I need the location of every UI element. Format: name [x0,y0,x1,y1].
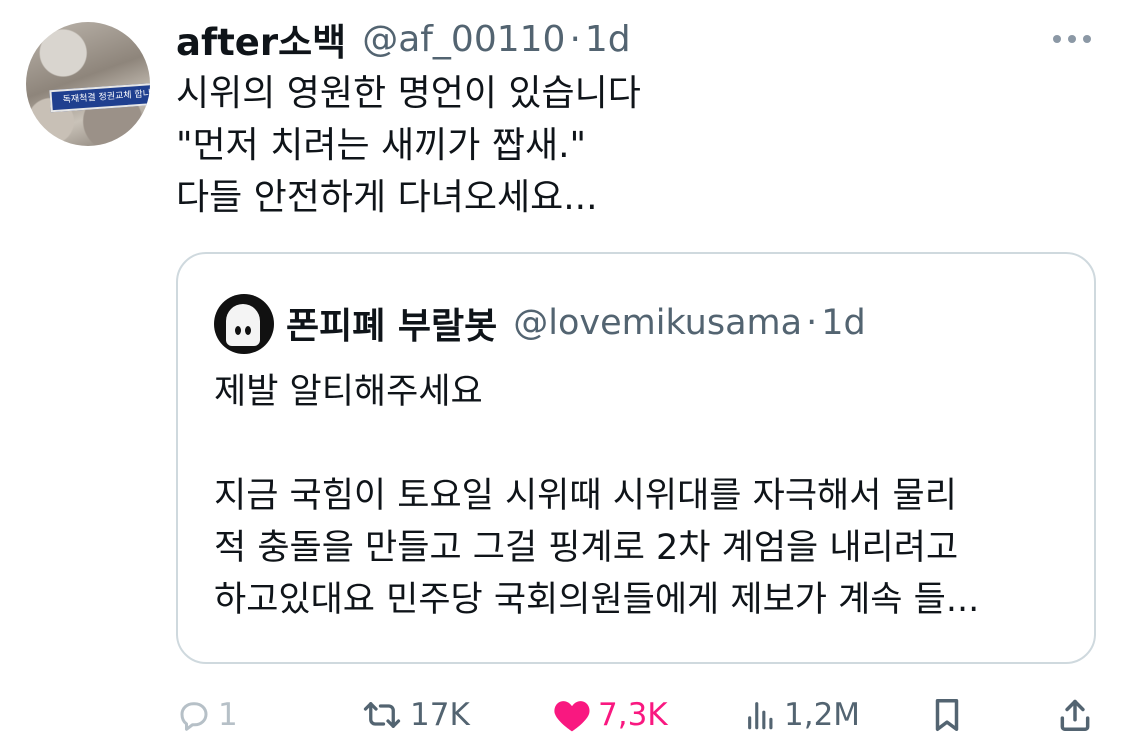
tweet-timestamp[interactable]: 1d [585,19,631,60]
heart-icon [554,701,590,732]
avatar-banner: 독재척결 정권교체 합니다 [49,81,150,113]
retweet-count: 17K [410,697,470,733]
quoted-display-name[interactable]: 폰피폐 부랄봇 [286,297,497,349]
more-dot [1068,35,1076,43]
ghost-icon [226,304,260,346]
quoted-text-line: 적 충돌을 만들고 그걸 핑계로 2차 계엄을 내리려고 [214,528,959,568]
more-dot [1053,35,1061,43]
quoted-text-line: 지금 국힘이 토요일 시위때 시위대를 자극해서 물리 [214,476,957,516]
quoted-tweet[interactable]: 폰피폐 부랄봇 @lovemikusama · 1d 제발 알티해주세요 지금 … [176,252,1096,664]
tweet-text-line: 다들 안전하게 다녀오세요... [176,177,598,218]
tweet-text-line: "먼저 치려는 새끼가 짭새." [176,125,587,166]
action-bar: 1 17K 7,3K 1,2M [0,690,1125,740]
share-icon [1060,699,1090,731]
separator-dot: · [569,18,581,60]
more-icon[interactable] [1050,24,1094,54]
reply-button[interactable]: 1 [176,690,238,740]
quoted-text-line: 하고있대요 민주당 국회의원들에게 제보가 계속 들... [214,580,980,620]
retweet-icon [363,702,401,728]
quoted-handle[interactable]: @lovemikusama [513,303,802,343]
quoted-separator-dot: · [806,303,818,343]
like-count: 7,3K [598,697,668,733]
tweet-text: 시위의 영원한 명언이 있습니다 "먼저 치려는 새끼가 짭새." 다들 안전하… [176,68,1076,224]
retweet-button[interactable]: 17K [360,690,470,740]
reply-icon [180,702,208,731]
quoted-author-avatar[interactable] [214,294,274,354]
quoted-timestamp[interactable]: 1d [821,303,866,343]
views-count: 1,2M [784,697,861,733]
quoted-text-line [214,418,1074,470]
bookmark-icon [935,699,959,731]
bookmark-button[interactable] [928,690,966,740]
ghost-eye [245,326,251,335]
author-avatar[interactable]: 독재척결 정권교체 합니다 [26,22,150,146]
share-button[interactable] [1056,690,1094,740]
quoted-text-line: 제발 알티해주세요 [214,372,483,412]
more-dot [1083,35,1091,43]
author-handle[interactable]: @af_00110 [362,19,565,60]
ghost-eye [235,326,241,335]
views-icon [748,702,773,730]
quoted-text: 제발 알티해주세요 지금 국힘이 토요일 시위때 시위대를 자극해서 물리 적 … [214,366,1074,626]
quoted-header: 폰피폐 부랄봇 @lovemikusama · 1d [286,298,866,348]
author-display-name[interactable]: after소백 [176,12,346,66]
tweet-header: after소백 @af_00110 · 1d [176,12,631,66]
views-button[interactable]: 1,2M [744,690,860,740]
reply-count: 1 [218,697,238,733]
tweet-text-line: 시위의 영원한 명언이 있습니다 [176,73,641,114]
like-button[interactable]: 7,3K [552,690,668,740]
